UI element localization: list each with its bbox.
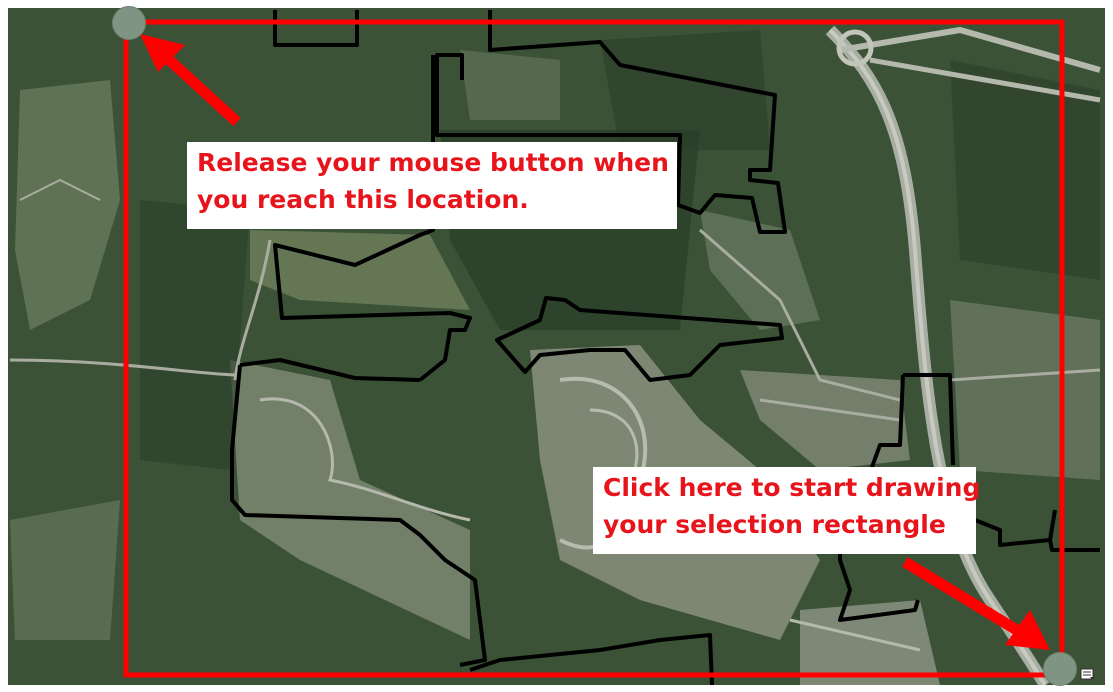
start-instruction-line-1: Click here to start drawing	[603, 473, 981, 502]
layer-icon[interactable]	[1080, 667, 1096, 681]
aerial-imagery[interactable]	[8, 8, 1105, 685]
start-instruction-callout: Click here to start drawing your selecti…	[593, 467, 981, 554]
selection-end-point[interactable]	[112, 6, 146, 40]
map-view[interactable]	[8, 8, 1105, 685]
selection-start-point[interactable]	[1043, 652, 1077, 686]
start-instruction-line-2: your selection rectangle	[603, 510, 946, 539]
release-instruction-line-2: you reach this location.	[197, 185, 529, 214]
release-instruction-line-1: Release your mouse button when	[197, 148, 669, 177]
release-instruction-callout: Release your mouse button when you reach…	[187, 142, 677, 229]
